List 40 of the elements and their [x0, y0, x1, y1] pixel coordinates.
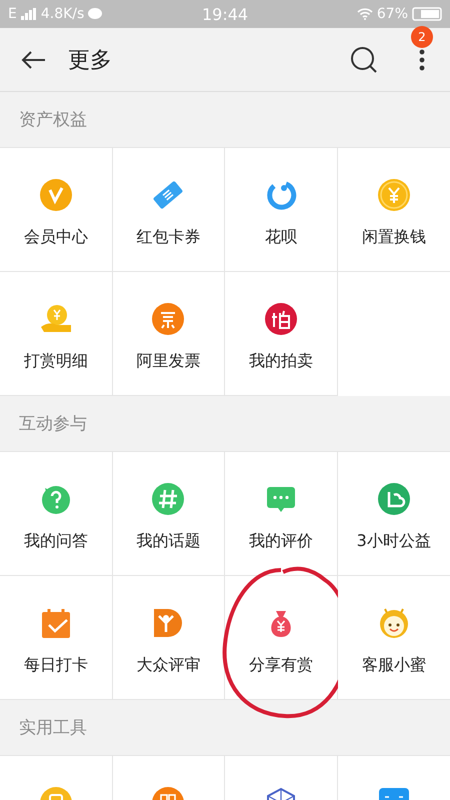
section-title: 实用工具 [18, 717, 88, 740]
notification-badge: 2 [411, 26, 433, 48]
clock: 19:44 [202, 4, 248, 24]
section-title: 资产权益 [18, 109, 88, 132]
menu-item-label[interactable]: 红包卡券 [136, 227, 200, 248]
menu-item-label[interactable]: 客服小蜜 [362, 655, 426, 676]
wifi-icon [356, 8, 373, 20]
menu-item-label[interactable]: 3小时公益 [356, 531, 431, 552]
menu-item-label[interactable]: 大众评审 [136, 655, 200, 676]
battery-percent: 67% [376, 6, 408, 22]
signal-icon [20, 8, 37, 20]
more-icon[interactable] [419, 48, 425, 70]
battery-icon [412, 7, 442, 21]
menu-item-label[interactable]: 我的话题 [136, 531, 200, 552]
coin-hand-icon[interactable] [40, 303, 72, 335]
network-type: E [8, 6, 17, 22]
cheering-figure-icon[interactable] [152, 607, 184, 639]
menu-item-label[interactable]: 我的拍卖 [248, 351, 313, 372]
search-icon[interactable] [350, 46, 378, 74]
menu-item-label[interactable]: 分享有赏 [248, 655, 313, 676]
menu-item-label[interactable]: 会员中心 [24, 227, 88, 248]
ring-logo-icon[interactable] [264, 179, 297, 211]
vip-badge-icon[interactable] [40, 179, 72, 211]
page-title: 更多 [68, 46, 113, 74]
menu-item-label[interactable]: 我的问答 [24, 531, 88, 552]
section-title: 互动参与 [18, 413, 88, 436]
menu-item-label[interactable]: 打赏明细 [24, 351, 88, 372]
menu-item-label[interactable]: 每日打卡 [24, 655, 88, 676]
menu-item-label[interactable]: 闲置换钱 [362, 227, 426, 248]
network-speed: 4.8K/s [40, 6, 84, 22]
question-bubble-icon[interactable] [40, 483, 72, 515]
menu-item-label[interactable]: 我的评价 [248, 531, 313, 552]
back-arrow-icon[interactable] [20, 50, 46, 70]
smiling-bee-icon[interactable] [378, 607, 410, 639]
hashtag-icon[interactable] [152, 483, 184, 515]
menu-item-label[interactable]: 阿里发票 [136, 351, 200, 372]
chat-bubble-icon [88, 8, 102, 20]
calendar-check-icon[interactable] [40, 607, 72, 639]
menu-item-label[interactable]: 花呗 [264, 227, 297, 248]
yen-coin-icon[interactable] [378, 179, 410, 211]
